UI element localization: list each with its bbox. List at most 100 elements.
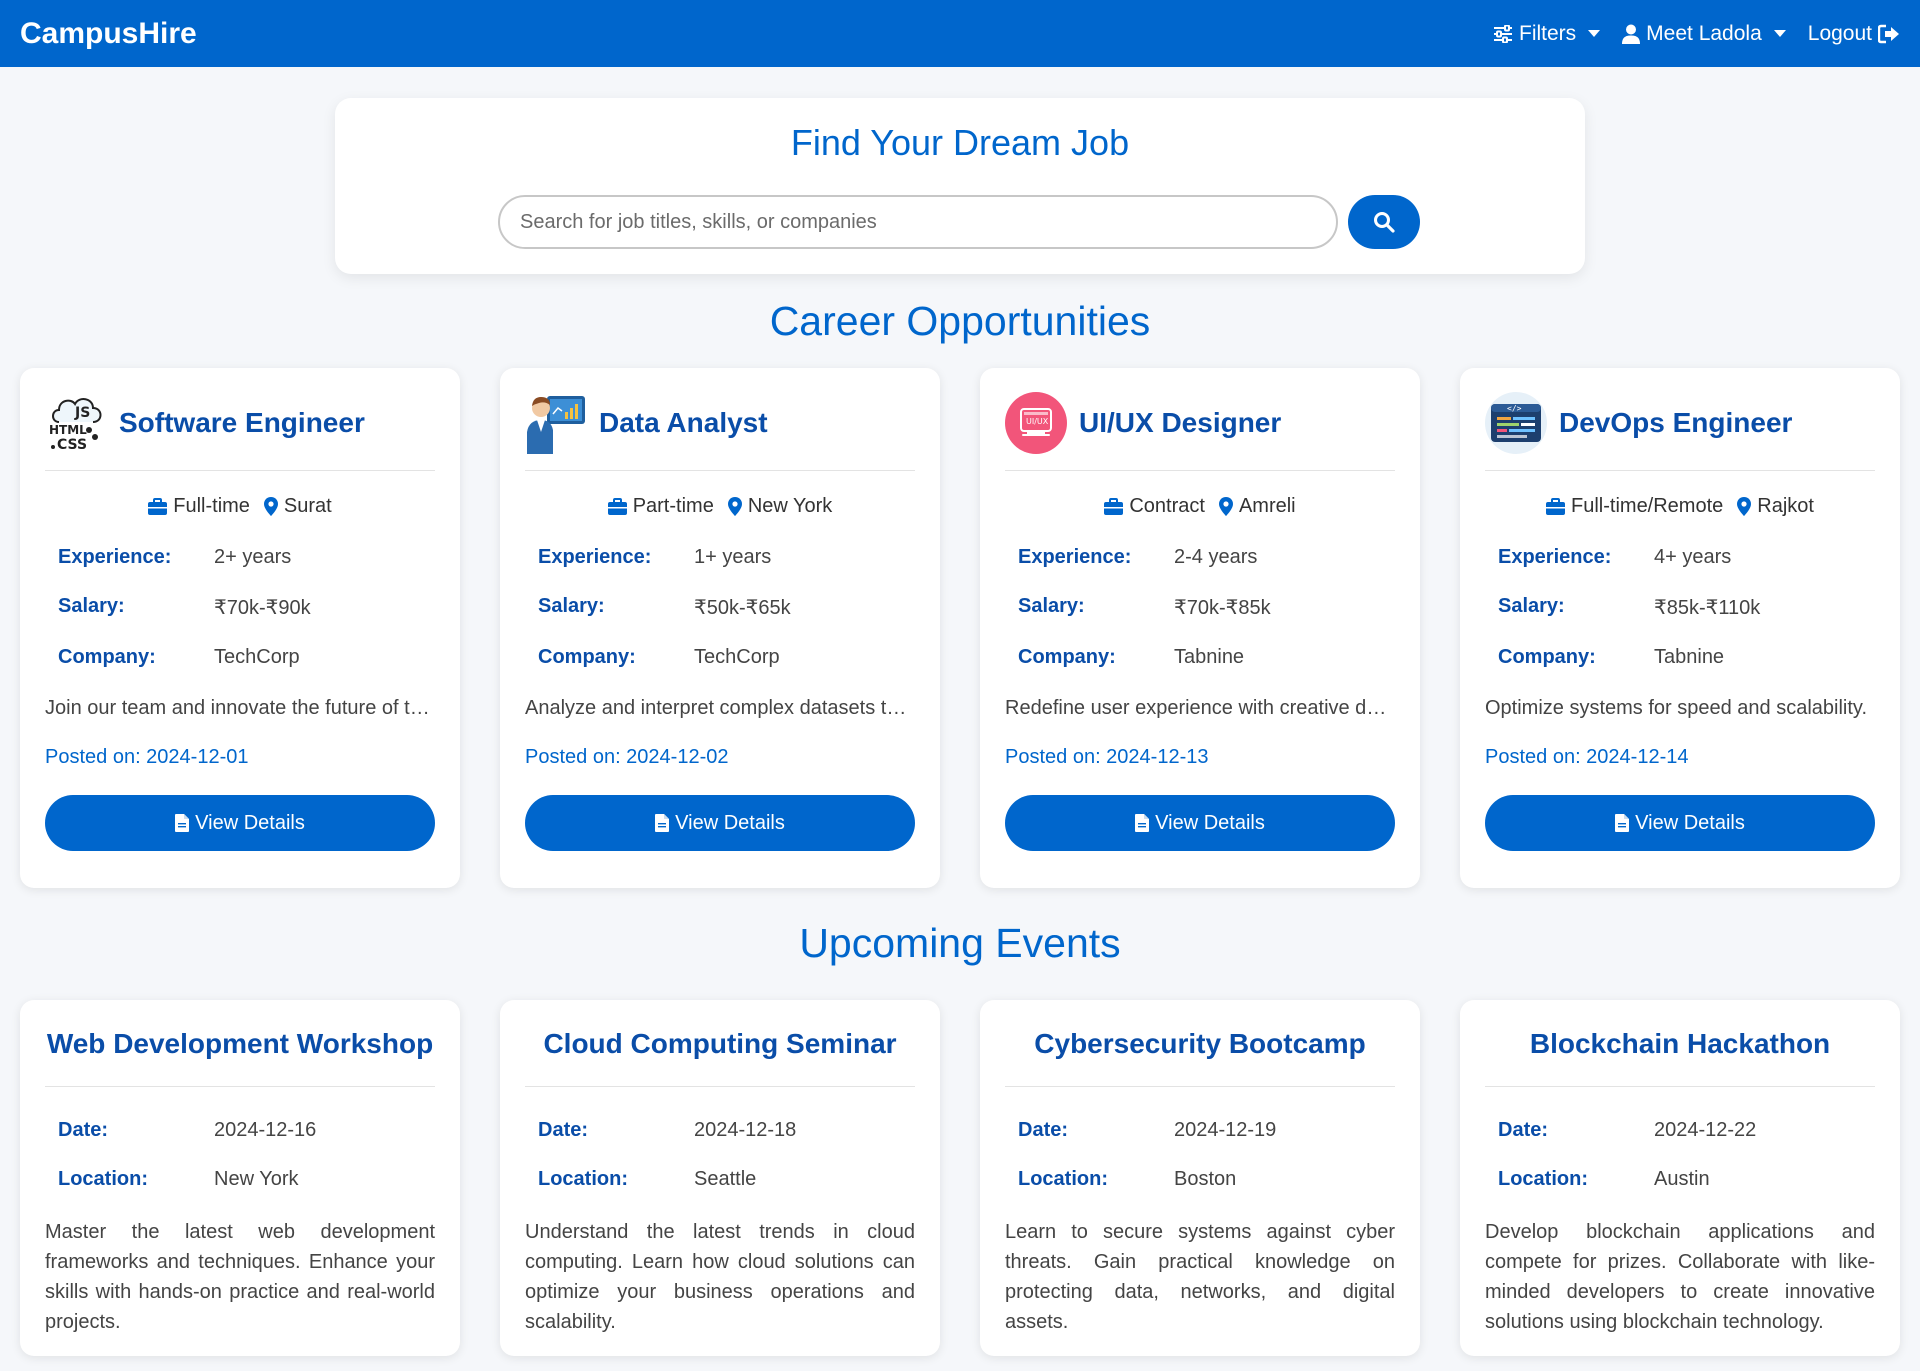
date-row: Date: 2024-12-16 — [45, 1119, 435, 1142]
experience-row: Experience: 2+ years — [45, 546, 435, 569]
job-location-label: Rajkot — [1757, 495, 1814, 517]
company-label: Company: — [1018, 646, 1116, 668]
salary-row: Salary: ₹50k-₹65k — [525, 595, 915, 620]
filters-dropdown[interactable]: Filters — [1493, 21, 1601, 46]
analyst-icon — [527, 396, 585, 454]
event-card: Web Development Workshop Date: 2024-12-16… — [20, 1000, 460, 1356]
date-label: Date: — [1498, 1119, 1549, 1141]
date-row: Date: 2024-12-19 — [1005, 1119, 1395, 1142]
posted-date: Posted on: 2024-12-14 — [1485, 746, 1689, 768]
events-section-title: Upcoming Events — [799, 920, 1121, 966]
divider — [525, 1086, 915, 1087]
event-card: Blockchain Hackathon Date: 2024-12-22 Loc… — [1460, 1000, 1900, 1356]
job-info: Experience: 1+ years Salary: ₹50k-₹65k Com… — [525, 546, 915, 669]
logout-link[interactable]: Logout — [1808, 22, 1900, 46]
job-title[interactable]: Software Engineer — [119, 407, 365, 439]
salary-row: Salary: ₹70k-₹85k — [1005, 595, 1395, 620]
job-description: Redefine user experience with creative d… — [1005, 697, 1395, 719]
job-type: Contract — [1104, 495, 1205, 518]
svg-text:CSS: CSS — [57, 437, 87, 453]
view-details-label: View Details — [1155, 811, 1265, 834]
event-title[interactable]: Cloud Computing Seminar — [525, 1024, 915, 1064]
file-icon — [1135, 814, 1150, 832]
posted-date: Posted on: 2024-12-01 — [45, 746, 249, 768]
job-title[interactable]: UI/UX Designer — [1079, 407, 1281, 439]
location-label: Location: — [1018, 1168, 1108, 1190]
chevron-down-icon — [1773, 30, 1786, 37]
experience-row: Experience: 2-4 years — [1005, 546, 1395, 569]
search-button[interactable] — [1348, 195, 1420, 249]
salary-label: Salary: — [538, 595, 605, 617]
view-details-button[interactable]: View Details — [525, 795, 915, 851]
divider — [525, 470, 915, 471]
event-title[interactable]: Blockchain Hackathon — [1485, 1024, 1875, 1064]
job-location: Surat — [263, 495, 332, 518]
company-value: TechCorp — [214, 646, 300, 668]
job-card-header: Data Analyst — [525, 392, 915, 454]
location-label: Location: — [538, 1168, 628, 1190]
search-input[interactable] — [498, 195, 1338, 249]
experience-value: 2-4 years — [1174, 546, 1258, 568]
job-description: Optimize systems for speed and scalabili… — [1485, 697, 1868, 719]
date-value: 2024-12-19 — [1174, 1119, 1277, 1141]
date-row: Date: 2024-12-18 — [525, 1119, 915, 1142]
logout-icon — [1878, 24, 1899, 43]
filters-label: Filters — [1519, 21, 1577, 45]
date-label: Date: — [1018, 1119, 1069, 1141]
view-details-button[interactable]: View Details — [45, 795, 435, 851]
divider — [1005, 1086, 1395, 1087]
salary-value: ₹85k-₹110k — [1654, 597, 1761, 619]
divider — [45, 470, 435, 471]
posted-date: Posted on: 2024-12-02 — [525, 746, 729, 768]
location-row: Location: Boston — [1005, 1168, 1395, 1191]
divider — [1485, 1086, 1875, 1087]
date-label: Date: — [538, 1119, 589, 1141]
job-title[interactable]: DevOps Engineer — [1559, 407, 1792, 439]
view-details-label: View Details — [1635, 811, 1745, 834]
date-value: 2024-12-22 — [1654, 1119, 1757, 1141]
job-meta: Part-time New York — [525, 495, 915, 518]
job-title[interactable]: Data Analyst — [599, 407, 768, 439]
event-info: Date: 2024-12-19 Location: Boston — [1005, 1119, 1395, 1191]
experience-label: Experience: — [538, 546, 652, 568]
svg-text:JS: JS — [74, 405, 90, 421]
job-meta: Full-time/Remote Rajkot — [1485, 495, 1875, 518]
event-card-list: Web Development Workshop Date: 2024-12-16… — [20, 1000, 1900, 1356]
job-description: Join our team and innovate the future of… — [45, 697, 435, 719]
briefcase-icon — [607, 498, 627, 515]
job-card: </> DevOps Engineer Full-time/Remote Raj… — [1460, 368, 1900, 888]
job-info: Experience: 4+ years Salary: ₹85k-₹110k Co… — [1485, 546, 1875, 669]
view-details-button[interactable]: View Details — [1485, 795, 1875, 851]
company-row: Company: TechCorp — [525, 646, 915, 669]
location-value: Seattle — [694, 1168, 757, 1190]
view-details-button[interactable]: View Details — [1005, 795, 1395, 851]
hero-title: Find Your Dream Job — [790, 122, 1130, 163]
date-value: 2024-12-16 — [214, 1119, 317, 1141]
divider — [45, 1086, 435, 1087]
event-title[interactable]: Web Development Workshop — [45, 1024, 435, 1064]
job-type: Part-time — [607, 495, 714, 518]
view-details-label: View Details — [675, 811, 785, 834]
experience-row: Experience: 4+ years — [1485, 546, 1875, 569]
company-label: Company: — [58, 646, 156, 668]
job-card: UI/UX UI/UX Designer Contract Amreli Exp… — [980, 368, 1420, 888]
experience-label: Experience: — [1018, 546, 1132, 568]
event-card: Cloud Computing Seminar Date: 2024-12-18 … — [500, 1000, 940, 1356]
event-title[interactable]: Cybersecurity Bootcamp — [1005, 1024, 1395, 1064]
map-pin-icon — [1737, 497, 1752, 516]
event-info: Date: 2024-12-18 Location: Seattle — [525, 1119, 915, 1191]
briefcase-icon — [148, 498, 168, 515]
salary-label: Salary: — [1498, 595, 1565, 617]
company-row: Company: TechCorp — [45, 646, 435, 669]
event-description: Understand the latest trends in cloud co… — [525, 1221, 915, 1333]
salary-row: Salary: ₹70k-₹90k — [45, 595, 435, 620]
location-row: Location: Austin — [1485, 1168, 1875, 1191]
location-label: Location: — [1498, 1168, 1588, 1190]
user-dropdown[interactable]: Meet Ladola — [1622, 22, 1786, 46]
logout-label: Logout — [1807, 21, 1872, 45]
job-type: Full-time — [148, 495, 250, 518]
divider — [1005, 470, 1395, 471]
company-label: Company: — [1498, 646, 1596, 668]
code-window-icon: </> — [1485, 392, 1547, 454]
brand-logo[interactable]: CampusHire — [20, 17, 197, 51]
